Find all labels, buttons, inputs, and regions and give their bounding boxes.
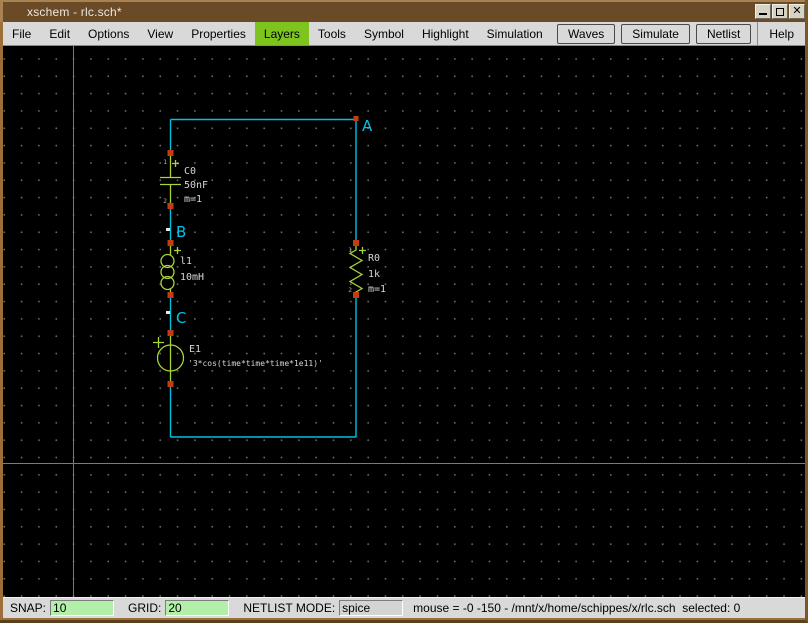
res-pin1-square [353,240,359,246]
component-inductor-l1[interactable]: l1 10mH [160,240,204,298]
res-pin2-square [353,292,359,298]
grid-input[interactable] [165,600,230,616]
component-vsource-E1[interactable]: E1 '3*cos(time*time*time*1e11)' [153,330,323,387]
window-title: xschem - rlc.sch* [27,5,122,19]
menu-bar: File Edit Options View Properties Layers… [3,22,805,46]
status-bar: SNAP: GRID: NETLIST MODE: mouse = -0 -15… [3,597,805,618]
menu-items: File Edit Options View Properties Layers… [3,22,552,45]
close-icon: ✕ [792,5,802,17]
menu-options[interactable]: Options [79,22,138,45]
res-mult: m=1 [368,284,386,295]
netlist-mode-label: NETLIST MODE: [243,601,336,615]
menu-symbol[interactable]: Symbol [355,22,413,45]
net-label-B[interactable]: B [176,223,186,241]
cap-plus-icon [172,160,179,167]
vsource-value: '3*cos(time*time*time*1e11)' [188,359,323,368]
snap-input[interactable] [50,600,115,616]
netlabel-A-pin-square [353,116,359,121]
menu-view[interactable]: View [138,22,182,45]
component-resistor-R0[interactable]: 1 2 R0 1k m=1 [348,240,386,298]
ind-refdes: l1 [180,256,192,267]
menu-tools[interactable]: Tools [309,22,355,45]
ind-plus-icon [174,247,181,254]
netlist-button[interactable]: Netlist [695,23,752,44]
mouse-coordinates-info: mouse = -0 -150 - /mnt/x/home/schippes/x… [413,601,741,615]
res-pin2-number: 2 [348,286,352,294]
menu-edit[interactable]: Edit [40,22,79,45]
menu-highlight[interactable]: Highlight [413,22,478,45]
menu-properties[interactable]: Properties [182,22,255,45]
snap-label: SNAP: [10,601,47,615]
menu-file[interactable]: File [3,22,40,45]
vsource-plus-icon [153,337,164,348]
ind-pin2-square [167,292,174,298]
cap-mult: m=1 [184,194,202,205]
vsource-pin1-square [167,330,174,336]
res-value: 1k [368,269,380,280]
cap-value: 50nF [184,180,208,191]
vsource-pin2-square [167,381,174,387]
minimize-button[interactable] [755,4,771,19]
rlc-circuit-drawing: 1 2 C0 50nF m=1 l1 10mH E1 '3*cos(time*t… [153,116,386,438]
schematic-canvas[interactable]: 1 2 C0 50nF m=1 l1 10mH E1 '3*cos(time*t… [3,46,805,597]
xschem-window: xschem - rlc.sch* ✕ File Edit Options Vi… [0,0,808,623]
netlabel-B-pin-square [166,228,170,231]
grid-label: GRID: [128,601,162,615]
cap-pin1-square [167,150,174,156]
menu-simulation[interactable]: Simulation [478,22,552,45]
netlist-mode-input[interactable] [339,600,404,616]
res-plus-icon [359,247,366,254]
simulate-button[interactable]: Simulate [621,23,690,44]
cap-pin2-square [167,203,174,209]
net-labels: A B C [166,116,373,327]
cap-pin1-number: 1 [163,158,167,166]
window-controls: ✕ [755,4,805,19]
help-button[interactable]: Help [758,22,805,45]
net-label-A[interactable]: A [362,117,373,135]
maximize-button[interactable] [772,4,788,19]
ind-pin1-square [167,240,174,246]
component-capacitor-C0[interactable]: 1 2 C0 50nF m=1 [160,150,208,209]
netlabel-C-pin-square [166,311,170,314]
toolbar-buttons: Waves Simulate Netlist Help [557,22,805,45]
ind-value: 10mH [180,272,204,283]
vsource-refdes: E1 [189,344,201,355]
net-label-C[interactable]: C [176,309,186,327]
res-refdes: R0 [368,253,380,264]
minimize-icon [759,8,767,15]
title-bar[interactable]: xschem - rlc.sch* ✕ [0,0,805,22]
cap-refdes: C0 [184,166,196,177]
menu-layers[interactable]: Layers [254,22,309,45]
waves-button[interactable]: Waves [557,23,616,44]
close-button[interactable]: ✕ [789,4,805,19]
res-pin1-number: 1 [348,246,352,254]
maximize-icon [776,7,784,16]
cap-pin2-number: 2 [163,197,167,205]
